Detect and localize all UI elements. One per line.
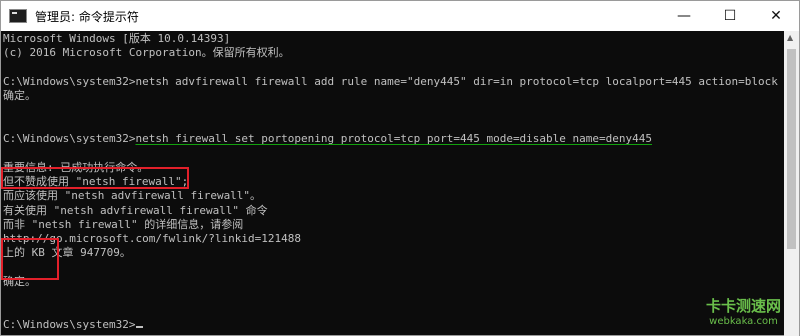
highlight-box-important <box>1 167 189 189</box>
console-line: 确定。 <box>3 89 36 103</box>
console-line: 而非 "netsh firewall" 的详细信息，请参阅 <box>3 217 244 231</box>
console-line-command: C:\Windows\system32>netsh advfirewall fi… <box>3 74 778 88</box>
console-line: 上的 KB 文章 947709。 <box>3 246 131 260</box>
command-prompt-window: 管理员: 命令提示符 — ☐ ✕ Microsoft Windows [版本 1… <box>0 0 800 336</box>
watermark-url: webkaka.com <box>709 316 778 327</box>
scrollbar-thumb[interactable] <box>787 49 796 249</box>
maximize-button[interactable]: ☐ <box>707 1 753 31</box>
close-button[interactable]: ✕ <box>753 1 799 31</box>
window-controls: — ☐ ✕ <box>661 1 799 31</box>
watermark-title: 卡卡测速网 <box>705 297 781 315</box>
scroll-up-arrow-icon[interactable]: ▲ <box>787 33 793 42</box>
minimize-button[interactable]: — <box>661 1 707 31</box>
prompt-text: C:\Windows\system32> <box>3 317 136 331</box>
netsh-firewall-command: netsh firewall set portopening protocol=… <box>135 132 653 146</box>
vertical-scrollbar[interactable]: ▲ <box>784 31 799 336</box>
console-line-link: http://go.microsoft.com/fwlink/?linkid=1… <box>3 232 302 246</box>
console-line-command: C:\Windows\system32>netsh firewall set p… <box>3 132 785 146</box>
console-line: 有关使用 "netsh advfirewall firewall" 命令 <box>3 203 268 217</box>
highlight-box-ok <box>1 238 59 280</box>
window-title: 管理员: 命令提示符 <box>35 9 139 24</box>
console-line: (c) 2016 Microsoft Corporation。保留所有权利。 <box>3 46 290 60</box>
text-cursor <box>136 325 144 328</box>
watermark-logo: 卡卡测速网 webkaka.com <box>706 295 781 327</box>
console-line: 而应该使用 "netsh advfirewall firewall"。 <box>3 189 262 203</box>
title-bar[interactable]: 管理员: 命令提示符 — ☐ ✕ <box>1 1 799 31</box>
cmd-app-icon <box>9 9 27 23</box>
console-line-ok: 确定。 <box>3 275 36 289</box>
prompt-text: C:\Windows\system32> <box>3 132 136 146</box>
console-line: Microsoft Windows [版本 10.0.14393] <box>3 32 231 45</box>
console-line-prompt: C:\Windows\system32> <box>3 318 785 332</box>
